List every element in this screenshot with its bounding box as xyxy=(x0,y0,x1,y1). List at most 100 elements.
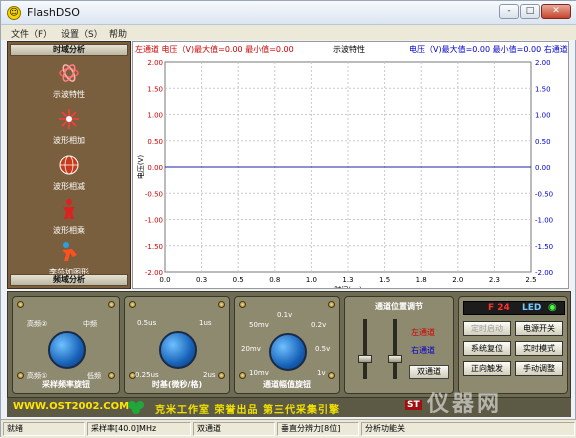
sidebar-item-waveform-add[interactable]: 波形相加 xyxy=(10,104,128,148)
website-link[interactable]: WWW.OST2002.COM xyxy=(13,401,129,412)
x-tick-label: 0.0 xyxy=(159,276,170,284)
knob-tick: 高频② xyxy=(27,320,48,328)
knob-tick: 10mv xyxy=(249,369,269,377)
menu-settings[interactable]: 设置（S） xyxy=(61,27,103,40)
timebase-knob-panel: 0.5us 1us 0.25us 2us 时基(微秒/格) xyxy=(124,296,230,394)
left-position-slider-track[interactable] xyxy=(363,319,367,379)
screw-icon xyxy=(218,301,225,308)
maximize-button[interactable]: □ xyxy=(520,4,540,19)
right-y-tick-label: -1.00 xyxy=(535,217,553,225)
menu-file[interactable]: 文件（F） xyxy=(11,27,52,40)
brand-bar: WWW.OST2002.COM 克米工作室 荣誉出品 第三代采集引擎 ST 仪器… xyxy=(7,392,571,417)
timebase-knob[interactable] xyxy=(159,331,197,369)
status-analysis: 分析功能关 xyxy=(361,422,575,436)
knob-tick: 0.25us xyxy=(135,371,159,379)
scope-plot: 0.0 0.3 0.5 0.8 1.0 1.3 1.5 1.8 2.0 2.3 2.5 2.00 2.0… xyxy=(136,59,553,288)
minimize-button[interactable]: - xyxy=(499,4,519,19)
globe-icon xyxy=(59,155,79,175)
x-tick-label: 2.5 xyxy=(525,276,536,284)
left-y-tick-label: 1.00 xyxy=(147,112,163,120)
sidebar-item-label: 波形相加 xyxy=(53,136,85,145)
left-y-tick-label: -1.50 xyxy=(145,243,163,251)
left-y-tick-label: -2.00 xyxy=(145,269,163,277)
control-buttons-panel: F 24 LED ◉ 定时启动 电源开关 系统复位 实时模式 正向触发 手动调整 xyxy=(458,296,568,394)
left-y-tick-label: 0.00 xyxy=(147,164,163,172)
time-domain-header[interactable]: 时域分析 xyxy=(10,44,128,56)
right-y-tick-label: 1.00 xyxy=(535,112,551,120)
channel-position-panel: 通道位置调节 左通道 右通道 双通道 xyxy=(344,296,454,394)
sample-rate-knob-panel: 高频② 中频 高频① 低频 采样频率旋钮 xyxy=(12,296,120,394)
knob-tick: 0.5v xyxy=(315,345,331,353)
person-icon xyxy=(63,199,75,219)
sample-rate-knob[interactable] xyxy=(48,331,86,369)
close-button[interactable]: ✕ xyxy=(541,4,571,19)
timed-start-button[interactable]: 定时启动 xyxy=(463,321,511,336)
x-tick-label: 0.3 xyxy=(196,276,207,284)
sidebar-item-label: 示波特性 xyxy=(53,90,85,99)
status-vertical-resolution: 垂直分辨力[8位] xyxy=(277,422,359,436)
amplitude-knob-panel: 0.1v 50mv 0.2v 20mv 0.5v 10mv 1v 通道幅值旋钮 xyxy=(234,296,340,394)
wave-atom-icon xyxy=(59,64,79,82)
knob-tick: 2us xyxy=(203,371,216,379)
right-position-slider-thumb[interactable] xyxy=(388,355,402,363)
left-y-tick-label: 2.00 xyxy=(147,59,163,67)
power-switch-button[interactable]: 电源开关 xyxy=(515,321,563,336)
screw-icon xyxy=(17,301,24,308)
left-position-slider-thumb[interactable] xyxy=(358,355,372,363)
left-channel-label: 左通道 xyxy=(411,328,435,337)
system-reset-button[interactable]: 系统复位 xyxy=(463,341,511,356)
right-y-tick-label: 1.50 xyxy=(535,85,551,93)
brand-slogan: 克米工作室 荣誉出品 第三代采集引擎 xyxy=(155,405,340,416)
knob-caption: 时基(微秒/格) xyxy=(151,380,203,389)
screw-icon xyxy=(328,301,335,308)
right-y-tick-label: 0.00 xyxy=(535,164,551,172)
knob-tick: 1us xyxy=(199,319,212,327)
sidebar-item-label: 波形相乘 xyxy=(53,226,85,235)
right-position-slider-track[interactable] xyxy=(393,319,397,379)
knob-caption: 通道幅值旋钮 xyxy=(263,380,311,389)
figure-icon xyxy=(62,242,77,261)
screw-icon xyxy=(328,372,335,379)
sidebar-item-label: 波形相减 xyxy=(53,182,85,191)
sidebar-item-scope-characteristics[interactable]: 示波特性 xyxy=(10,58,128,102)
led-display: F 24 LED ◉ xyxy=(463,301,565,315)
frequency-domain-header[interactable]: 频域分析 xyxy=(10,274,128,286)
x-tick-label: 0.8 xyxy=(269,276,280,284)
right-channel-label: 右通道 xyxy=(411,346,435,355)
sidebar-item-waveform-subtract[interactable]: 波形相减 xyxy=(10,150,128,194)
app-icon: ☺ xyxy=(7,6,21,20)
knob-tick: 0.1v xyxy=(277,311,293,319)
left-y-tick-label: -1.00 xyxy=(145,217,163,225)
screw-icon xyxy=(108,301,115,308)
oscilloscope-display: 左通道 电压（V)最大值=0.00 最小值=0.00 示波特性 电压（V)最大值… xyxy=(132,41,569,289)
y-axis-label: 电压(V) xyxy=(136,155,145,180)
positive-trigger-button[interactable]: 正向触发 xyxy=(463,361,511,376)
left-y-tick-label: 0.50 xyxy=(147,138,163,146)
right-y-tick-label: -2.00 xyxy=(535,269,553,277)
screw-icon xyxy=(108,372,115,379)
led-label: LED xyxy=(522,303,542,313)
screw-icon xyxy=(239,301,246,308)
analysis-sidebar: 时域分析 示波特性 波形相加 波形相减 波形相乘 李莎如图形 频域分析 xyxy=(7,41,131,289)
watermark: 仪器网 xyxy=(427,392,503,417)
led-indicator-icon: ◉ xyxy=(548,302,557,313)
left-y-tick-label: 1.50 xyxy=(147,85,163,93)
x-tick-label: 2.0 xyxy=(452,276,463,284)
x-tick-label: 1.0 xyxy=(306,276,317,284)
right-y-tick-label: -1.50 xyxy=(535,243,553,251)
knob-tick: 0.5us xyxy=(137,319,157,327)
screw-icon xyxy=(239,372,246,379)
right-y-tick-label: 2.00 xyxy=(535,59,551,67)
st-indicator: ST xyxy=(405,400,422,410)
realtime-mode-button[interactable]: 实时模式 xyxy=(515,341,563,356)
right-y-tick-label: -0.50 xyxy=(535,190,553,198)
sidebar-item-waveform-multiply[interactable]: 波形相乘 xyxy=(10,194,128,238)
amplitude-knob[interactable] xyxy=(269,333,307,371)
manual-adjust-button[interactable]: 手动调整 xyxy=(515,361,563,376)
menu-help[interactable]: 帮助 xyxy=(109,27,127,40)
led-readout: F 24 xyxy=(488,303,510,313)
x-tick-label: 1.5 xyxy=(379,276,390,284)
knob-tick: 中频 xyxy=(83,320,97,328)
title-bar: ☺ FlashDSO - □ ✕ xyxy=(1,1,576,25)
dual-channel-button[interactable]: 双通道 xyxy=(409,365,449,379)
